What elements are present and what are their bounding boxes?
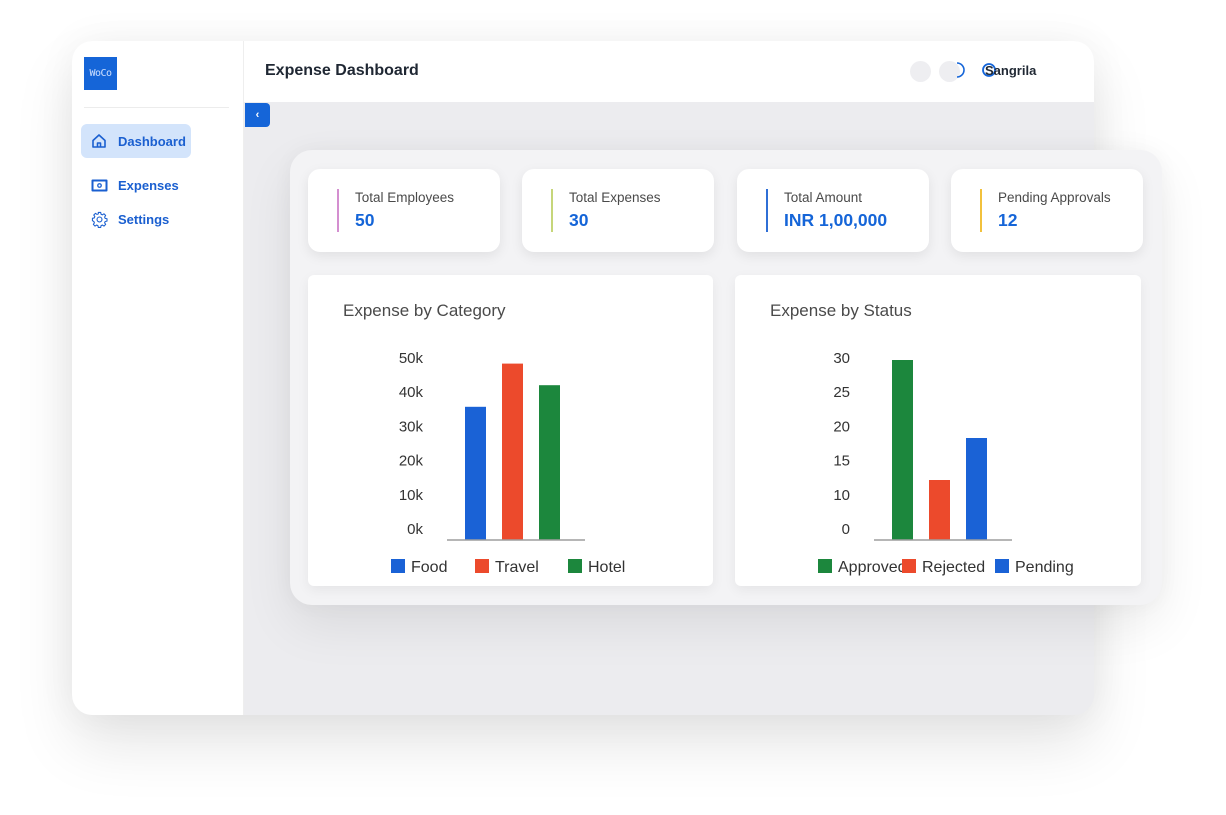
y-tick-label: 25	[833, 384, 850, 401]
stat-card-total-employees[interactable]: Total Employees 50	[308, 169, 500, 252]
stat-label: Total Employees	[355, 190, 455, 205]
y-tick-label: 10k	[399, 487, 424, 504]
stat-accent-bar	[980, 189, 982, 232]
user-name[interactable]: Sangrila	[985, 63, 1036, 78]
sidebar-item-label: Dashboard	[118, 133, 186, 149]
sidebar: WoCo Dashboard Expenses Settings	[72, 41, 244, 715]
y-tick-label: 30	[833, 350, 850, 367]
stat-value: 12	[998, 210, 1018, 230]
sidebar-item-settings[interactable]: Settings	[81, 202, 169, 236]
sidebar-item-label: Expenses	[118, 177, 179, 193]
home-icon	[90, 132, 108, 150]
sidebar-item-dashboard[interactable]: Dashboard	[81, 124, 191, 158]
bar-approved[interactable]	[892, 360, 913, 540]
y-tick-label: 40k	[399, 384, 424, 401]
legend-label[interactable]: Rejected	[922, 559, 985, 576]
category-chart-card: Expense by Category 50k 40k 30k 20k 10k 0k Foo…	[308, 275, 713, 586]
bar-travel[interactable]	[502, 363, 523, 540]
y-tick-label: 50k	[399, 350, 424, 367]
legend-swatch	[475, 559, 489, 573]
category-chart: 50k 40k 30k 20k 10k 0k Food Travel Hotel	[391, 350, 625, 576]
y-tick-label: 20	[833, 418, 850, 435]
stat-accent-bar	[337, 189, 339, 232]
stat-label: Total Expenses	[569, 190, 661, 205]
legend-swatch	[818, 559, 832, 573]
y-tick-label: 0	[842, 521, 850, 538]
legend-label[interactable]: Travel	[495, 559, 539, 576]
stat-value: 50	[355, 210, 375, 230]
stat-card-total-expenses[interactable]: Total Expenses 30	[522, 169, 714, 252]
y-tick-label: 20k	[399, 453, 424, 470]
stat-label: Pending Approvals	[998, 190, 1111, 205]
status-chart-card: Expense by Status 30 25 20 15 10 0 Approved Rej…	[735, 275, 1141, 586]
bar-rejected[interactable]	[929, 480, 950, 540]
loading-icon	[956, 62, 965, 78]
stat-value: INR 1,00,000	[784, 210, 888, 230]
logo[interactable]: WoCo	[84, 57, 117, 90]
chevron-left-icon: ‹	[255, 109, 260, 121]
notification-button[interactable]	[910, 61, 931, 82]
page-title: Expense Dashboard	[265, 62, 419, 79]
dashboard-panel: Total Employees 50 Total Expenses 30 Tot…	[290, 150, 1162, 605]
sidebar-divider	[84, 107, 229, 108]
bar-pending[interactable]	[966, 438, 987, 540]
bar-food[interactable]	[465, 406, 486, 540]
stat-label: Total Amount	[784, 190, 863, 205]
gear-icon	[90, 210, 108, 228]
legend-swatch	[391, 559, 405, 573]
stat-accent-bar	[551, 189, 553, 232]
stat-value: 30	[569, 210, 589, 230]
top-bar: Expense Dashboard Sangrila	[244, 41, 1094, 102]
legend-swatch	[568, 559, 582, 573]
legend-swatch	[902, 559, 916, 573]
money-icon	[90, 176, 108, 194]
legend-label[interactable]: Hotel	[588, 559, 625, 576]
collapse-sidebar-button[interactable]: ‹	[245, 103, 270, 127]
bar-hotel[interactable]	[539, 385, 560, 540]
sidebar-item-label: Settings	[118, 211, 170, 227]
stat-accent-bar	[766, 189, 768, 232]
legend-swatch	[995, 559, 1009, 573]
legend-label[interactable]: Approved	[838, 559, 907, 576]
y-tick-label: 30k	[399, 418, 424, 435]
legend-label[interactable]: Pending	[1015, 559, 1074, 576]
stat-card-total-amount[interactable]: Total Amount INR 1,00,000	[737, 169, 929, 252]
legend-label[interactable]: Food	[411, 559, 447, 576]
stat-card-pending-approvals[interactable]: Pending Approvals 12	[951, 169, 1143, 252]
sidebar-item-expenses[interactable]: Expenses	[81, 168, 179, 202]
y-tick-label: 0k	[407, 521, 423, 538]
y-tick-label: 10	[833, 487, 850, 504]
y-tick-label: 15	[833, 453, 850, 470]
status-chart: 30 25 20 15 10 0 Approved Rejected Pending	[818, 350, 1074, 576]
